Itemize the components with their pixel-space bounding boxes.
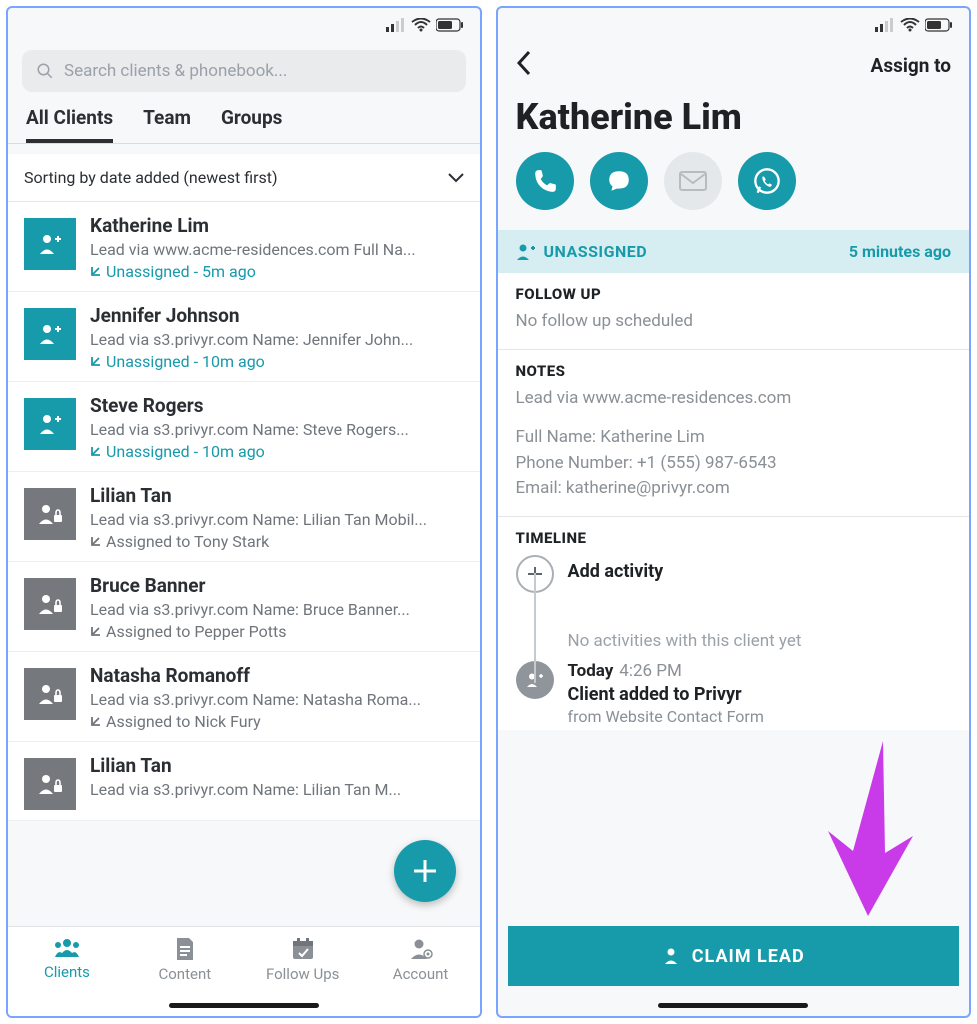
search-placeholder: Search clients & phonebook... [64, 61, 287, 81]
home-indicator [169, 1003, 319, 1008]
search-input[interactable]: Search clients & phonebook... [22, 50, 466, 92]
client-row[interactable]: Natasha Romanoff Lead via s3.privyr.com … [8, 652, 480, 742]
phone-icon [532, 168, 558, 194]
client-row[interactable]: Katherine Lim Lead via www.acme-residenc… [8, 202, 480, 292]
calendar-icon [291, 937, 315, 961]
assign-to-button[interactable]: Assign to [871, 54, 951, 77]
tab-team[interactable]: Team [143, 106, 191, 143]
battery-icon [436, 18, 464, 32]
client-meta: Assigned to Tony Stark [90, 532, 464, 551]
timeline-section: TIMELINE Add activity No activities with… [498, 517, 970, 730]
client-name: Lilian Tan [90, 754, 464, 777]
client-subtitle: Lead via s3.privyr.com Name: Natasha Rom… [90, 690, 464, 709]
followup-section[interactable]: FOLLOW UP No follow up scheduled [498, 273, 970, 350]
client-subtitle: Lead via www.acme-residences.com Full Na… [90, 240, 464, 259]
signal-icon [875, 18, 895, 32]
assignment-status: UNASSIGNED 5 minutes ago [498, 230, 970, 273]
tab-groups[interactable]: Groups [221, 106, 282, 143]
action-buttons [498, 152, 970, 230]
status-bar [498, 8, 970, 42]
tab-all-clients[interactable]: All Clients [26, 106, 113, 143]
plus-icon [412, 858, 438, 884]
client-meta: Unassigned - 5m ago [90, 262, 464, 281]
chevron-down-icon [448, 173, 464, 183]
add-client-fab[interactable] [394, 840, 456, 902]
client-list[interactable]: Katherine Lim Lead via www.acme-residenc… [8, 202, 480, 926]
client-avatar-icon [24, 488, 76, 540]
client-meta: Unassigned - 10m ago [90, 442, 464, 461]
client-name: Katherine Lim [498, 88, 970, 152]
client-avatar-icon [24, 308, 76, 360]
client-name: Lilian Tan [90, 484, 464, 507]
client-name: Natasha Romanoff [90, 664, 464, 687]
back-button[interactable] [516, 50, 532, 80]
signal-icon [386, 18, 406, 32]
clients-list-screen: Search clients & phonebook... All Client… [6, 6, 482, 1018]
client-avatar-icon [24, 578, 76, 630]
client-name: Jennifer Johnson [90, 304, 464, 327]
client-avatar-icon [24, 398, 76, 450]
status-bar [8, 8, 480, 42]
chevron-left-icon [516, 50, 532, 76]
sort-control[interactable]: Sorting by date added (newest first) [8, 154, 480, 202]
whatsapp-button[interactable] [738, 152, 796, 210]
timeline-connector [534, 573, 536, 683]
nav-followups[interactable]: Follow Ups [244, 937, 362, 983]
wifi-icon [411, 18, 431, 32]
status-time: 5 minutes ago [849, 242, 951, 261]
call-button[interactable] [516, 152, 574, 210]
client-subtitle: Lead via s3.privyr.com Name: Jennifer Jo… [90, 330, 464, 349]
tab-divider [8, 143, 480, 144]
home-indicator [658, 1003, 808, 1008]
claim-lead-button[interactable]: CLAIM LEAD [508, 926, 960, 986]
person-plus-icon [516, 243, 536, 261]
client-meta: Unassigned - 10m ago [90, 352, 464, 371]
client-detail-screen: Assign to Katherine Lim UNASSIGNED 5 min… [496, 6, 972, 1018]
timeline-empty: No activities with this client yet [516, 609, 952, 661]
sort-label: Sorting by date added (newest first) [24, 168, 278, 187]
notes-section[interactable]: NOTES Lead via www.acme-residences.com F… [498, 350, 970, 517]
client-row[interactable]: Lilian Tan Lead via s3.privyr.com Name: … [8, 472, 480, 562]
client-row[interactable]: Bruce Banner Lead via s3.privyr.com Name… [8, 562, 480, 652]
client-meta: Assigned to Nick Fury [90, 712, 464, 731]
search-icon [36, 62, 54, 80]
battery-icon [925, 18, 953, 32]
client-subtitle: Lead via s3.privyr.com Name: Steve Roger… [90, 420, 464, 439]
client-name: Bruce Banner [90, 574, 464, 597]
client-subtitle: Lead via s3.privyr.com Name: Bruce Banne… [90, 600, 464, 619]
nav-clients[interactable]: Clients [8, 937, 126, 981]
email-button [664, 152, 722, 210]
message-button[interactable] [590, 152, 648, 210]
client-avatar-icon [24, 218, 76, 270]
account-icon [408, 937, 434, 961]
content-icon [174, 937, 196, 961]
nav-account[interactable]: Account [362, 937, 480, 983]
client-tabs: All Clients Team Groups [8, 98, 480, 143]
client-subtitle: Lead via s3.privyr.com Name: Lilian Tan … [90, 510, 464, 529]
client-meta: Assigned to Pepper Potts [90, 622, 464, 641]
whatsapp-icon [753, 167, 781, 195]
client-row[interactable]: Jennifer Johnson Lead via s3.privyr.com … [8, 292, 480, 382]
wifi-icon [900, 18, 920, 32]
person-icon [662, 946, 682, 966]
clients-icon [52, 937, 82, 959]
mail-icon [679, 171, 707, 191]
client-avatar-icon [24, 758, 76, 810]
client-avatar-icon [24, 668, 76, 720]
timeline-event[interactable]: Today4:26 PM Client added to Privyr from… [568, 661, 764, 726]
client-subtitle: Lead via s3.privyr.com Name: Lilian Tan … [90, 780, 464, 799]
client-row[interactable]: Steve Rogers Lead via s3.privyr.com Name… [8, 382, 480, 472]
client-row[interactable]: Lilian Tan Lead via s3.privyr.com Name: … [8, 742, 480, 821]
nav-content[interactable]: Content [126, 937, 244, 983]
chat-icon [606, 168, 632, 194]
client-name: Steve Rogers [90, 394, 464, 417]
client-name: Katherine Lim [90, 214, 464, 237]
